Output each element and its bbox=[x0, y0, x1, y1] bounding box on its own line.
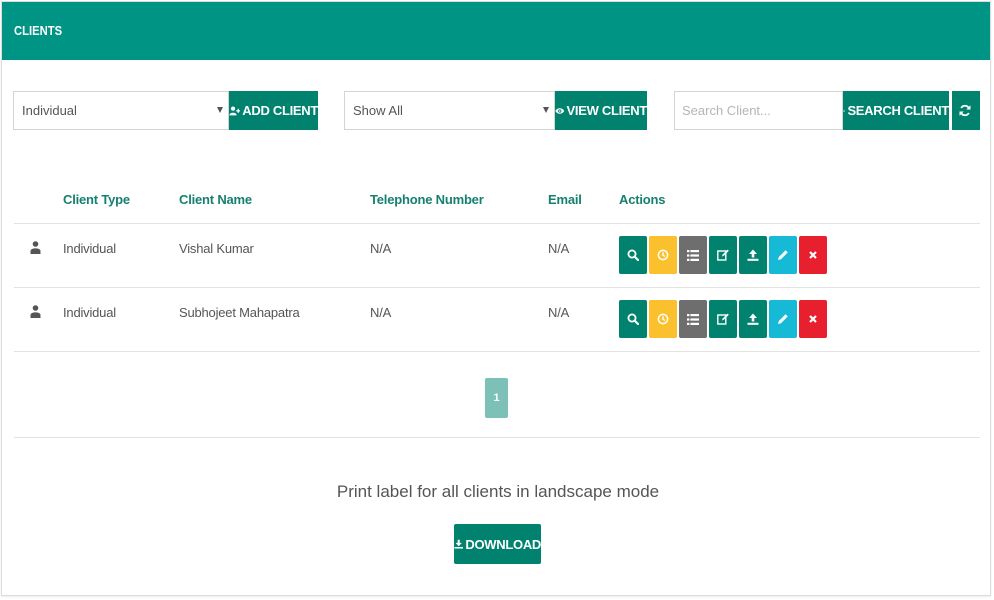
client-type-cell: Individual bbox=[63, 241, 116, 256]
download-button[interactable]: DOWNLOAD bbox=[454, 524, 541, 564]
client-type-select[interactable]: Individual bbox=[13, 91, 229, 130]
view-client-group: Show All VIEW CLIENT bbox=[344, 91, 647, 130]
column-header-email[interactable]: Email bbox=[548, 192, 582, 207]
email-cell: N/A bbox=[548, 241, 570, 256]
upload-icon bbox=[747, 249, 759, 261]
list-icon bbox=[687, 249, 699, 261]
table-row: Individual Vishal Kumar N/A N/A bbox=[14, 224, 980, 288]
pagination-page-1[interactable]: 1 bbox=[485, 378, 508, 418]
history-button[interactable] bbox=[649, 236, 677, 274]
search-icon bbox=[627, 249, 639, 261]
add-client-label: ADD CLIENT bbox=[242, 103, 318, 118]
edit-icon bbox=[717, 313, 729, 325]
pencil-button[interactable] bbox=[769, 236, 797, 274]
download-label: DOWNLOAD bbox=[465, 536, 541, 552]
pencil-icon bbox=[778, 314, 788, 324]
search-client-label: SEARCH CLIENT bbox=[847, 103, 949, 118]
caret-down-icon bbox=[543, 107, 549, 113]
search-client-input[interactable] bbox=[674, 91, 843, 130]
client-type-select-value: Individual bbox=[22, 103, 77, 118]
refresh-button[interactable] bbox=[952, 91, 980, 130]
page-title: CLIENTS bbox=[14, 24, 63, 38]
view-client-button[interactable]: VIEW CLIENT bbox=[555, 91, 647, 130]
user-icon bbox=[30, 305, 41, 318]
search-client-button[interactable]: SEARCH CLIENT bbox=[843, 91, 949, 130]
edit-button[interactable] bbox=[709, 236, 737, 274]
pencil-button[interactable] bbox=[769, 300, 797, 338]
row-actions bbox=[619, 236, 827, 274]
upload-button[interactable] bbox=[739, 236, 767, 274]
client-name-cell: Subhojeet Mahapatra bbox=[179, 305, 300, 320]
view-filter-select-value: Show All bbox=[353, 103, 403, 118]
edit-button[interactable] bbox=[709, 300, 737, 338]
clock-icon bbox=[657, 313, 669, 325]
column-header-client-name[interactable]: Client Name bbox=[179, 192, 252, 207]
download-icon bbox=[454, 539, 464, 549]
eye-icon bbox=[555, 107, 565, 114]
telephone-cell: N/A bbox=[370, 241, 392, 256]
add-user-icon bbox=[229, 105, 241, 115]
table-header: Client Type Client Name Telephone Number… bbox=[14, 180, 980, 224]
view-client-label: VIEW CLIENT bbox=[566, 103, 648, 118]
history-button[interactable] bbox=[649, 300, 677, 338]
section-divider bbox=[14, 437, 980, 438]
clock-icon bbox=[657, 249, 669, 261]
search-icon bbox=[843, 109, 846, 112]
refresh-icon bbox=[959, 104, 971, 117]
search-icon bbox=[627, 313, 639, 325]
list-button[interactable] bbox=[679, 300, 707, 338]
upload-icon bbox=[747, 313, 759, 325]
view-details-button[interactable] bbox=[619, 300, 647, 338]
column-header-client-type[interactable]: Client Type bbox=[63, 192, 130, 207]
user-icon bbox=[30, 241, 41, 254]
print-label-text: Print label for all clients in landscape… bbox=[336, 482, 660, 501]
telephone-cell: N/A bbox=[370, 305, 392, 320]
caret-down-icon bbox=[217, 107, 223, 113]
close-icon bbox=[809, 315, 817, 323]
column-header-actions: Actions bbox=[619, 192, 666, 207]
delete-button[interactable] bbox=[799, 236, 827, 274]
add-client-group: Individual ADD CLIENT bbox=[13, 91, 318, 130]
view-filter-select[interactable]: Show All bbox=[344, 91, 555, 130]
list-button[interactable] bbox=[679, 236, 707, 274]
list-icon bbox=[687, 313, 699, 325]
pencil-icon bbox=[778, 250, 788, 260]
column-header-telephone[interactable]: Telephone Number bbox=[370, 192, 484, 207]
view-details-button[interactable] bbox=[619, 236, 647, 274]
panel-header: CLIENTS bbox=[2, 2, 990, 60]
close-icon bbox=[809, 251, 817, 259]
clients-panel: CLIENTS Individual ADD CLIENT Show All V… bbox=[1, 1, 991, 596]
email-cell: N/A bbox=[548, 305, 570, 320]
client-name-cell: Vishal Kumar bbox=[179, 241, 254, 256]
table-row: Individual Subhojeet Mahapatra N/A N/A bbox=[14, 288, 980, 352]
search-client-group: SEARCH CLIENT bbox=[674, 91, 980, 130]
client-type-cell: Individual bbox=[63, 305, 116, 320]
row-actions bbox=[619, 300, 827, 338]
edit-icon bbox=[717, 249, 729, 261]
upload-button[interactable] bbox=[739, 300, 767, 338]
add-client-button[interactable]: ADD CLIENT bbox=[229, 91, 318, 130]
delete-button[interactable] bbox=[799, 300, 827, 338]
clients-table: Client Type Client Name Telephone Number… bbox=[14, 180, 980, 352]
